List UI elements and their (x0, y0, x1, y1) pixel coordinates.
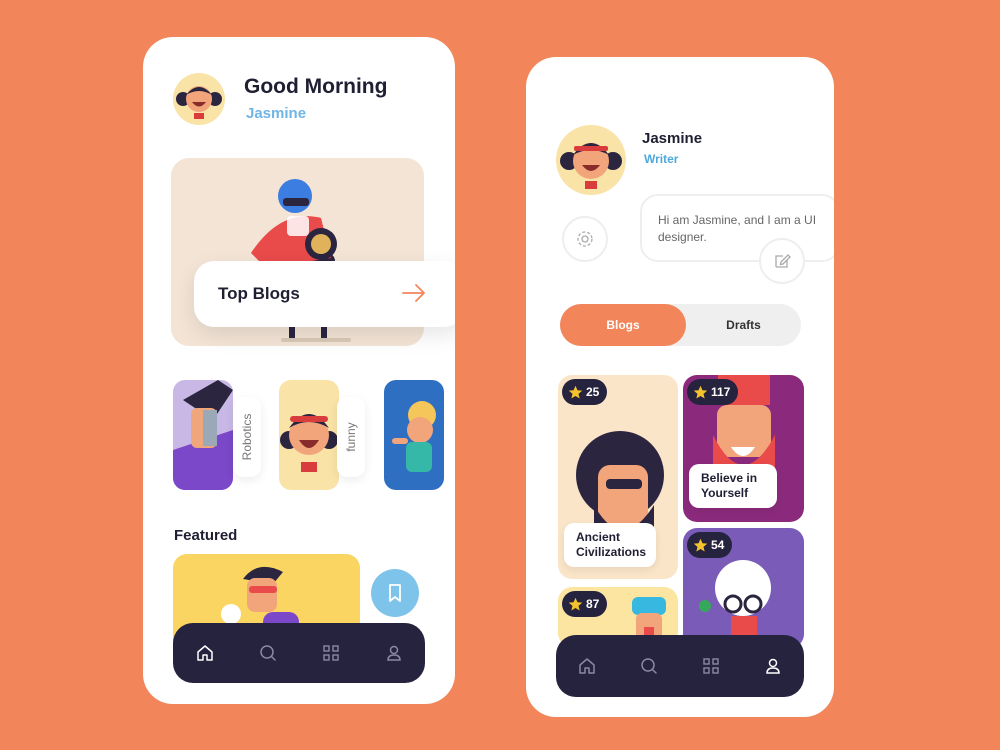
tab-blogs[interactable]: Blogs (560, 304, 686, 346)
user-name: Jasmine (246, 105, 307, 122)
gear-icon (577, 231, 593, 247)
rating-badge: 25 (562, 379, 608, 405)
rating-value: 87 (586, 597, 600, 611)
blogs-drafts-toggle: Blogs Drafts (560, 304, 801, 346)
blog-title: Ancient Civilizations (564, 523, 656, 567)
blog-title: Believe in Yourself (689, 464, 777, 508)
rating-value: 25 (586, 385, 600, 399)
rating-badge: 117 (687, 379, 739, 405)
star-icon (568, 597, 583, 610)
arrow-right-icon[interactable] (402, 283, 426, 303)
edit-bio-button[interactable] (759, 238, 805, 284)
blog-card-ancient-civilizations[interactable]: 25 Ancient Civilizations (558, 375, 678, 579)
greeting-title: Good Morning (244, 75, 388, 98)
category-label: Robotics (240, 413, 254, 461)
profile-name: Jasmine (642, 130, 703, 147)
settings-button[interactable] (562, 216, 608, 262)
top-blogs-label: Top Blogs (218, 284, 300, 303)
bio-box: Hi am Jasmine, and I am a UI designer. (640, 194, 834, 262)
category-card-robotics[interactable] (173, 380, 233, 490)
edit-icon (775, 254, 791, 268)
profile-role: Writer (644, 152, 679, 166)
rating-value: 54 (711, 538, 725, 552)
category-tag-robotics[interactable]: Robotics (233, 397, 261, 477)
rating-value: 117 (711, 385, 731, 399)
category-tag-funny[interactable]: funny (337, 397, 365, 477)
rating-badge: 54 (687, 532, 733, 558)
blog-card-believe-in-yourself[interactable]: 117 Believe in Yourself (683, 375, 804, 522)
home-icon[interactable] (576, 655, 598, 677)
search-icon[interactable] (257, 642, 279, 664)
featured-heading: Featured (174, 527, 238, 544)
grid-icon[interactable] (700, 655, 722, 677)
bookmark-icon (389, 584, 401, 602)
bottom-nav (556, 635, 804, 697)
top-blogs-card[interactable]: Top Blogs (194, 261, 455, 327)
user-icon[interactable] (762, 655, 784, 677)
search-icon[interactable] (638, 655, 660, 677)
profile-screen: Jasmine Writer Hi am Jasmine, and I am a… (526, 57, 834, 717)
grid-icon[interactable] (320, 642, 342, 664)
category-card-kids[interactable] (384, 380, 444, 490)
home-icon[interactable] (194, 642, 216, 664)
bookmark-button[interactable] (371, 569, 419, 617)
category-card-funny[interactable] (279, 380, 339, 490)
rating-badge: 87 (562, 591, 608, 617)
avatar[interactable] (173, 73, 225, 125)
home-screen: Good Morning Jasmine Top Blogs Robotics … (143, 37, 455, 704)
bottom-nav (173, 623, 425, 683)
star-icon (693, 538, 708, 551)
star-icon (693, 385, 708, 398)
category-label: funny (344, 422, 358, 452)
star-icon (568, 385, 583, 398)
profile-avatar[interactable] (556, 125, 626, 195)
user-icon[interactable] (383, 642, 405, 664)
tab-drafts[interactable]: Drafts (686, 304, 801, 346)
blog-card-professor[interactable]: 54 (683, 528, 804, 648)
